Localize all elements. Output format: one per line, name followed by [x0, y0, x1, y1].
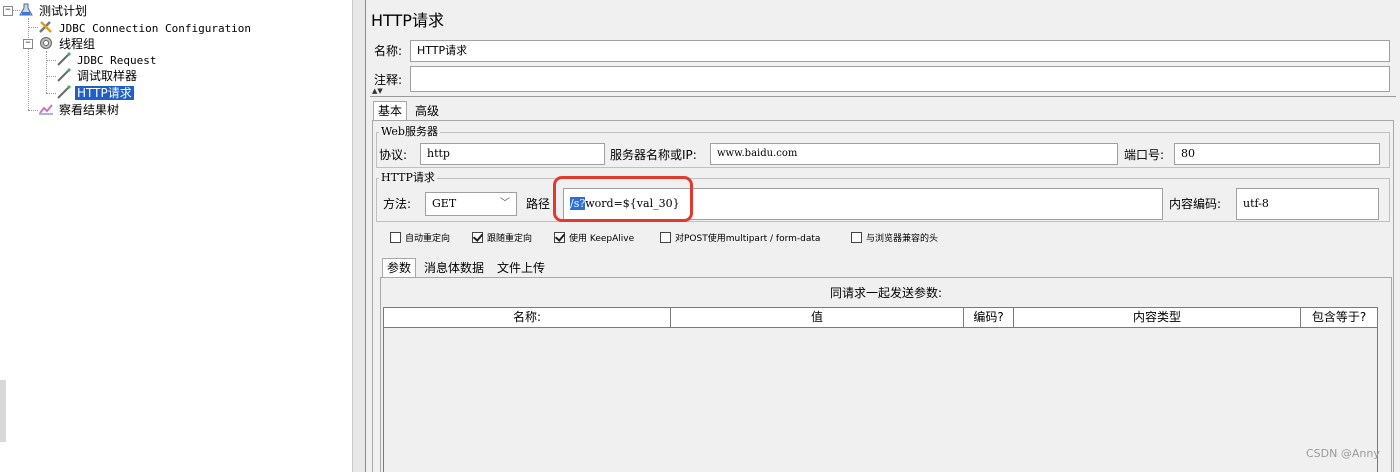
protocol-field[interactable]: http	[420, 143, 605, 165]
collapse-arrows-icon[interactable]: ▲▼	[372, 88, 383, 95]
checkbox-label: 与浏览器兼容的头	[866, 234, 939, 244]
auto-redirect-checkbox[interactable]: 自动重定向	[390, 231, 450, 244]
tab-parameters[interactable]: 参数	[382, 258, 417, 277]
tree-item-label: HTTP请求	[75, 86, 134, 100]
tree-item-thread-group[interactable]: 线程组	[38, 36, 97, 52]
http-request-editor: HTTP请求 名称: HTTP请求 注释: ▲▼ 基本 高级 Web服务器 协议…	[366, 0, 1400, 472]
checkbox-label: 对POST使用multipart / form-data	[675, 234, 821, 244]
collapse-toggle-thread-group[interactable]: −	[23, 39, 33, 49]
sampler-icon	[56, 68, 72, 82]
table-header: 名称: 值 编码? 内容类型 包含等于?	[384, 308, 1377, 328]
jdbc-config-icon	[38, 20, 54, 34]
tree-connector	[28, 110, 38, 111]
checkbox-box	[851, 232, 862, 243]
thread-group-icon	[38, 36, 54, 50]
column-header-value[interactable]: 值	[671, 308, 964, 328]
checkbox-box	[472, 232, 483, 243]
sampler-icon	[56, 52, 72, 66]
tree-item-test-plan[interactable]: 测试计划	[18, 3, 89, 19]
tree-connector	[28, 18, 29, 110]
highlight-box	[553, 176, 693, 222]
web-server-legend: Web服务器	[379, 125, 440, 138]
checkbox-label: 自动重定向	[405, 234, 451, 244]
checkbox-label: 跟随重定向	[487, 234, 533, 244]
test-plan-tree[interactable]: − − 测试计划 JDBC Connection Configuration 线…	[0, 0, 352, 472]
scrollbar[interactable]	[0, 380, 6, 442]
server-label: 服务器名称或IP:	[610, 148, 697, 162]
name-label: 名称:	[374, 44, 403, 58]
column-header-content-type[interactable]: 内容类型	[1014, 308, 1301, 328]
protocol-label: 协议:	[379, 148, 408, 162]
tree-connector	[46, 93, 56, 94]
results-tree-icon	[38, 102, 54, 116]
checkbox-box	[660, 232, 671, 243]
method-select[interactable]: GET ﹀	[425, 192, 517, 216]
method-label: 方法:	[383, 197, 412, 211]
panel-title: HTTP请求	[371, 11, 444, 30]
tab-advanced[interactable]: 高级	[411, 102, 443, 121]
tree-item-label: 察看结果树	[59, 103, 120, 117]
column-header-name[interactable]: 名称:	[384, 308, 671, 328]
tree-item-label: 测试计划	[39, 4, 88, 18]
keepalive-checkbox[interactable]: 使用 KeepAlive	[554, 231, 634, 244]
follow-redirect-checkbox[interactable]: 跟随重定向	[472, 231, 532, 244]
port-field[interactable]: 80	[1174, 143, 1380, 165]
content-encoding-label: 内容编码:	[1169, 197, 1222, 211]
content-encoding-field[interactable]: utf-8	[1236, 188, 1379, 220]
checkbox-label: 使用 KeepAlive	[569, 234, 635, 244]
tree-connector	[46, 51, 47, 93]
tree-item-view-results-tree[interactable]: 察看结果树	[38, 102, 121, 118]
port-label: 端口号:	[1124, 148, 1165, 162]
tree-item-label: 调试取样器	[77, 69, 138, 83]
tab-file-upload[interactable]: 文件上传	[493, 259, 549, 278]
collapse-toggle-test-plan[interactable]: −	[3, 6, 13, 16]
parameters-caption: 同请求一起发送参数:	[829, 286, 943, 300]
checkbox-box	[390, 232, 401, 243]
tree-item-debug-sampler[interactable]: 调试取样器	[56, 68, 139, 84]
sampler-icon	[56, 85, 72, 99]
server-field[interactable]: www.baidu.com	[710, 143, 1118, 165]
multipart-checkbox[interactable]: 对POST使用multipart / form-data	[660, 231, 820, 244]
tree-item-label: JDBC Request	[77, 54, 157, 67]
method-value: GET	[432, 197, 457, 210]
http-request-legend: HTTP请求	[379, 171, 437, 184]
column-header-include-equals[interactable]: 包含等于?	[1301, 308, 1377, 328]
tree-item-jdbc-connection-configuration[interactable]: JDBC Connection Configuration	[38, 20, 253, 36]
divider	[370, 96, 1396, 97]
tree-connector	[28, 27, 38, 28]
tab-basic[interactable]: 基本	[373, 101, 408, 120]
chevron-down-icon: ﹀	[500, 198, 510, 209]
tree-item-label: 线程组	[59, 37, 96, 51]
path-label: 路径	[526, 197, 551, 211]
tab-body-data[interactable]: 消息体数据	[420, 259, 488, 278]
tree-item-label: JDBC Connection Configuration	[59, 22, 252, 35]
browser-compatible-headers-checkbox[interactable]: 与浏览器兼容的头	[851, 231, 938, 244]
comment-field[interactable]	[410, 66, 1390, 92]
checkbox-box	[554, 232, 565, 243]
tree-connector	[46, 76, 56, 77]
tree-item-jdbc-request[interactable]: JDBC Request	[56, 52, 158, 68]
column-header-encode[interactable]: 编码?	[964, 308, 1014, 328]
watermark: CSDN @Anny	[1306, 447, 1380, 460]
name-field[interactable]: HTTP请求	[410, 40, 1390, 62]
split-pane-divider[interactable]	[352, 0, 366, 472]
tree-item-http-request[interactable]: HTTP请求	[56, 85, 134, 101]
test-plan-icon	[18, 3, 34, 17]
parameters-table[interactable]: 名称: 值 编码? 内容类型 包含等于?	[383, 307, 1378, 472]
tree-connector	[46, 60, 56, 61]
